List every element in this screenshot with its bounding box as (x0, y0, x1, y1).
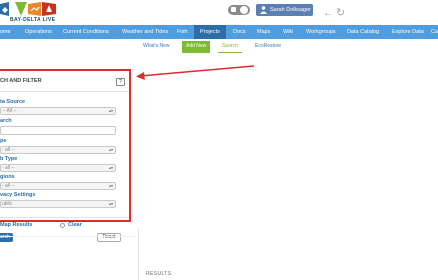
select-arrow-icon: ▴▾ (108, 201, 113, 206)
main-navbar: ome Operations Current Conditions Weathe… (0, 25, 438, 39)
nav-item-current-conditions[interactable]: Current Conditions (63, 25, 109, 39)
data-source-value: -- All -- (2, 108, 17, 114)
search-label: arch (0, 118, 12, 124)
nav-item-operations[interactable]: Operations (25, 25, 52, 39)
nav-item-workgroups[interactable]: Workgroups (306, 25, 336, 39)
nav-item-docs[interactable]: Docs (233, 25, 246, 39)
subnav-ecorestore[interactable]: EcoRestore (251, 41, 285, 53)
nav-item-data-catalog[interactable]: Data Catalog (347, 25, 379, 39)
select-arrow-icon: ▴▾ (108, 147, 113, 152)
data-source-label: ta Source (0, 99, 26, 105)
nav-item-explore-data[interactable]: Explore Data (392, 25, 424, 39)
annotation-arrow-icon (136, 65, 255, 80)
map-results-option[interactable]: Map Results (0, 222, 32, 228)
panel-bottom-divider (0, 236, 135, 237)
site-logo[interactable]: BAY-DELTA LIVE (0, 2, 56, 24)
logo-mark-orange (28, 2, 41, 16)
search-filter-panel: CH AND FILTER ? ta Source -- All -- ▴▾ ar… (0, 69, 131, 242)
user-menu-button[interactable]: Sarah Dolksager (256, 4, 313, 16)
help-button[interactable]: ? (116, 78, 125, 86)
panel-divider (0, 217, 129, 218)
privacy-settings-value: ublic (2, 201, 13, 207)
logo-mark-red (42, 2, 56, 16)
person-icon (260, 6, 267, 14)
sub-type-select[interactable]: - all -- ▴▾ (0, 164, 116, 172)
search-button[interactable]: arch (0, 233, 13, 242)
lock-icon (231, 7, 236, 12)
sub-type-label: b Type (0, 156, 18, 162)
results-heading: RESULTS (146, 271, 172, 277)
type-select[interactable]: - all -- ▴▾ (0, 146, 116, 154)
nav-item-wiki[interactable]: Wiki (283, 25, 293, 39)
nav-item-home[interactable]: ome (0, 25, 11, 39)
regions-label: gions (0, 174, 15, 180)
sub-type-value: - all -- (2, 165, 15, 171)
select-arrow-icon: ▴▾ (108, 183, 113, 188)
privacy-settings-label: vacy Settings (0, 192, 36, 198)
header: BAY-DELTA LIVE Sarah Dolksager ← ↻ (0, 0, 438, 25)
regions-value: - all -- (2, 183, 15, 189)
clear-label[interactable]: Clear (68, 222, 82, 228)
select-arrow-icon: ▴▾ (108, 108, 113, 113)
nav-item-truncated[interactable]: Ca (431, 25, 438, 39)
regions-select[interactable]: - all -- ▴▾ (0, 182, 116, 190)
panel-divider (0, 91, 129, 92)
select-arrow-icon: ▴▾ (108, 165, 113, 170)
subnav-whats-new[interactable]: What's New (139, 41, 174, 53)
privacy-settings-select[interactable]: ublic ▴▾ (0, 200, 116, 208)
back-arrow-icon[interactable]: ← (323, 8, 334, 19)
results-divider (138, 228, 139, 280)
logo-text: BAY-DELTA LIVE (10, 17, 56, 23)
subnav-search[interactable]: Search (218, 41, 242, 53)
panel-title: CH AND FILTER (0, 78, 42, 84)
toggle-knob (240, 6, 248, 14)
clear-radio[interactable] (60, 223, 65, 228)
type-value: - all -- (2, 147, 15, 153)
user-name: Sarah Dolksager (270, 7, 311, 13)
subnav-add-new[interactable]: Add New (182, 41, 211, 53)
refresh-icon[interactable]: ↻ (336, 8, 345, 19)
lock-toggle[interactable] (228, 5, 250, 15)
data-source-select[interactable]: -- All -- ▴▾ (0, 107, 116, 115)
nav-item-fish[interactable]: Fish (177, 25, 187, 39)
reset-button[interactable]: Reset (97, 233, 121, 242)
logo-mark-blue (0, 2, 9, 16)
nav-item-maps[interactable]: Maps (257, 25, 270, 39)
logo-mark-green (15, 2, 27, 16)
nav-item-projects[interactable]: Projects (194, 25, 226, 39)
nav-item-weather-and-tides[interactable]: Weather and Tides (122, 25, 168, 39)
type-label: pe (0, 138, 7, 144)
sub-navbar: What's New Add New Search EcoRestore (0, 39, 438, 53)
search-input[interactable] (0, 126, 116, 135)
